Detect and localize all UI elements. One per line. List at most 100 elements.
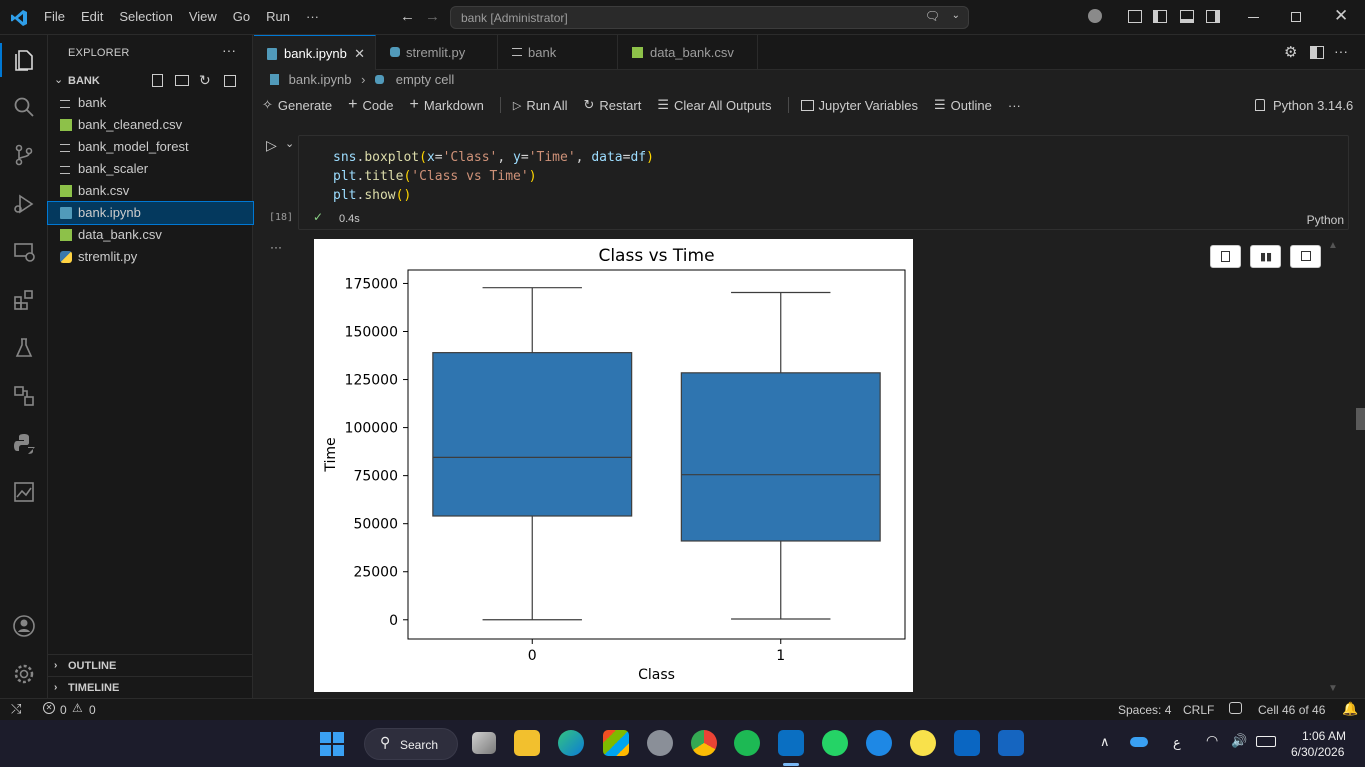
chevron-down-icon[interactable]: ⌄ — [285, 137, 294, 150]
file-item-data-bank-csv[interactable]: data_bank.csv — [48, 224, 253, 246]
battery-icon[interactable] — [1256, 736, 1276, 747]
language-indicator[interactable]: ع — [1173, 735, 1181, 751]
new-folder-icon[interactable] — [175, 75, 189, 86]
command-center-search[interactable]: bank [Administrator] 🗨 ⌄ — [450, 6, 969, 29]
generate-button[interactable]: ✧ Generate — [262, 97, 332, 113]
account-icon[interactable] — [12, 614, 36, 638]
taskbar-search[interactable]: ⚲ Search — [364, 728, 458, 760]
clear-outputs-button[interactable]: ☰ Clear All Outputs — [657, 97, 771, 113]
explorer-icon[interactable] — [12, 48, 36, 72]
restore-icon[interactable] — [1291, 12, 1301, 22]
menu-edit[interactable]: Edit — [73, 9, 111, 24]
close-window-icon[interactable]: ✕ — [1334, 6, 1348, 26]
search-icon[interactable] — [12, 95, 36, 119]
toggle-sidebar-icon[interactable] — [1153, 10, 1167, 23]
menu-selection[interactable]: Selection — [111, 9, 180, 24]
menu-more[interactable]: ··· — [298, 9, 327, 24]
lightbulb-icon[interactable] — [910, 730, 936, 756]
extensions-icon[interactable] — [12, 288, 36, 312]
collapse-all-icon[interactable] — [224, 75, 236, 87]
timeline-section[interactable]: › TIMELINE — [48, 676, 253, 698]
toolbar-more-button[interactable]: ··· — [1008, 98, 1021, 113]
tab-stremlit-py[interactable]: stremlit.py — [376, 35, 498, 70]
store-icon[interactable] — [603, 730, 629, 756]
add-markdown-button[interactable]: + Markdown — [410, 96, 484, 114]
wifi-icon[interactable]: ◠ — [1206, 732, 1218, 749]
save-output-button[interactable] — [1290, 245, 1321, 268]
more-actions-icon[interactable]: ··· — [222, 42, 236, 58]
tab-bank-ipynb[interactable]: bank.ipynb ✕ — [254, 35, 376, 70]
menu-go[interactable]: Go — [225, 9, 258, 24]
run-all-button[interactable]: ▷ Run All — [513, 98, 568, 113]
warning-icon[interactable]: ⚠ — [72, 701, 83, 715]
source-control-icon[interactable] — [12, 143, 36, 167]
back-arrow-icon[interactable]: ← — [400, 8, 415, 25]
testing-flask-icon[interactable] — [12, 336, 36, 360]
toggle-secondary-sidebar-icon[interactable] — [1206, 10, 1220, 23]
restart-button[interactable]: ↻ Restart — [584, 97, 642, 113]
outline-button[interactable]: ☰ Outline — [934, 97, 992, 113]
whatsapp-icon[interactable] — [822, 730, 848, 756]
scroll-down-icon[interactable]: ▼ — [1328, 683, 1338, 694]
settings-app-icon[interactable] — [647, 730, 673, 756]
linkedin-icon[interactable] — [954, 730, 980, 756]
vscode-taskbar-icon[interactable] — [778, 730, 804, 756]
clock-date[interactable]: 6/30/2026 — [1291, 745, 1344, 759]
menu-run[interactable]: Run — [258, 9, 298, 24]
file-item-bank-model-forest[interactable]: bank_model_forest — [48, 136, 253, 158]
cell-language[interactable]: Python — [1307, 213, 1344, 227]
shield-app-icon[interactable] — [866, 730, 892, 756]
remote-explorer-icon[interactable] — [12, 240, 36, 264]
run-cell-icon[interactable]: ▷ — [266, 137, 277, 154]
add-code-button[interactable]: + Code — [348, 96, 393, 114]
file-item-bank-cleaned-csv[interactable]: bank_cleaned.csv — [48, 114, 253, 136]
tab-bank[interactable]: bank — [498, 35, 618, 70]
kernel-selector[interactable]: Python 3.14.6 — [1255, 98, 1353, 113]
outline-section[interactable]: › OUTLINE — [48, 654, 253, 676]
python-icon[interactable] — [12, 432, 36, 456]
remote-icon[interactable]: ⤭ — [11, 701, 21, 717]
code-editor[interactable]: sns.boxplot(x='Class', y='Time', data=df… — [333, 148, 654, 205]
file-item-bank-ipynb[interactable]: bank.ipynb — [47, 201, 254, 225]
edge-browser-icon[interactable] — [558, 730, 584, 756]
volume-icon[interactable]: 🔊 — [1231, 733, 1247, 749]
windows-start-icon[interactable] — [320, 732, 344, 756]
refresh-icon[interactable]: ↻ — [199, 72, 211, 89]
menu-file[interactable]: File — [36, 9, 73, 24]
error-icon[interactable]: ✕ — [43, 702, 55, 714]
eol-status[interactable]: CRLF — [1183, 703, 1214, 717]
scroll-up-icon[interactable]: ▲ — [1328, 240, 1338, 251]
toggle-panel-icon[interactable] — [1180, 10, 1194, 23]
folder-header[interactable]: ⌄ BANK ↻ — [48, 70, 253, 92]
close-icon[interactable]: ✕ — [354, 36, 365, 71]
connections-icon[interactable] — [12, 384, 36, 408]
breadcrumb-cell[interactable]: empty cell — [396, 72, 455, 87]
new-file-icon[interactable] — [152, 74, 163, 87]
file-item-bank-scaler[interactable]: bank_scaler — [48, 158, 253, 180]
more-actions-icon[interactable]: ··· — [1334, 43, 1348, 59]
chevron-down-icon[interactable]: ⌄ — [952, 10, 960, 21]
split-editor-icon[interactable] — [1310, 46, 1324, 59]
layout-sidebar-left-icon[interactable] — [1128, 10, 1142, 23]
file-explorer-icon[interactable] — [514, 730, 540, 756]
scrollbar-thumb[interactable] — [1356, 408, 1365, 430]
indentation-status[interactable]: Spaces: 4 — [1118, 703, 1171, 717]
settings-gear-icon[interactable]: ⚙ — [1284, 43, 1297, 61]
chrome-icon[interactable] — [691, 730, 717, 756]
jupyter-variables-button[interactable]: Jupyter Variables — [800, 98, 918, 113]
file-item-bank-csv[interactable]: bank.csv — [48, 180, 253, 202]
run-debug-icon[interactable] — [12, 192, 36, 216]
task-view-icon[interactable] — [472, 732, 496, 754]
file-item-stremlit-py[interactable]: stremlit.py — [48, 246, 253, 268]
chevron-up-icon[interactable]: ∧ — [1100, 734, 1110, 750]
chart-view-button[interactable]: ▮▮ — [1250, 245, 1281, 268]
forward-arrow-icon[interactable]: → — [425, 8, 440, 25]
code-cell[interactable]: sns.boxplot(x='Class', y='Time', data=df… — [298, 135, 1349, 230]
spotify-icon[interactable] — [734, 730, 760, 756]
copy-output-button[interactable] — [1210, 245, 1241, 268]
menu-view[interactable]: View — [181, 9, 225, 24]
bar-app-icon[interactable] — [998, 730, 1024, 756]
breadcrumb-file[interactable]: bank.ipynb — [289, 72, 352, 87]
minimize-icon[interactable] — [1248, 17, 1259, 18]
copilot-icon[interactable] — [1088, 9, 1102, 23]
